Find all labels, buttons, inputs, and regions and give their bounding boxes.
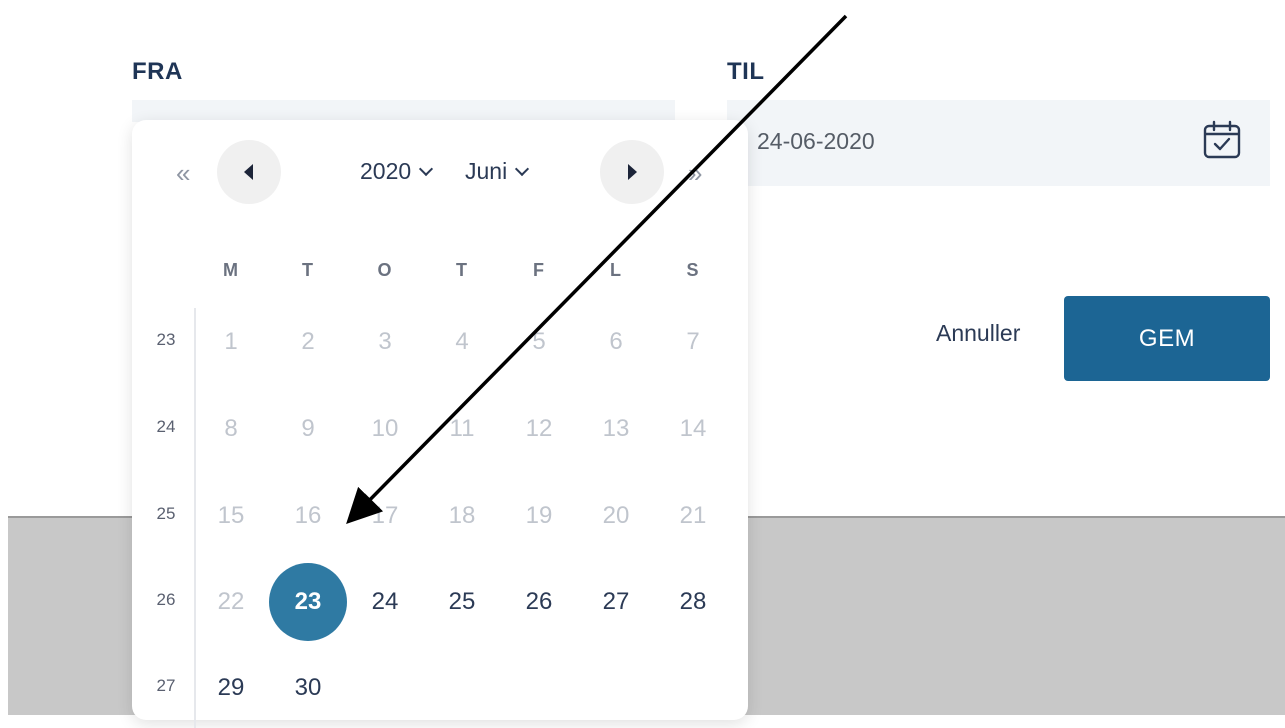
calendar-day-disabled[interactable]: 22 [201,582,261,622]
week-number: 23 [156,330,176,349]
calendar-day[interactable]: 30 [278,668,338,708]
week-number: 25 [156,504,176,523]
calendar-day-disabled[interactable]: 14 [663,409,723,449]
chevron-down-icon [419,161,434,177]
calendar-day-disabled[interactable]: 4 [432,322,492,362]
weekday-header: S [686,260,700,280]
year-select[interactable]: 2020 [360,158,434,185]
week-number: 24 [156,417,176,436]
weekday-header: T [302,260,314,280]
save-button[interactable]: GEM [1064,296,1270,381]
prev-year-icon[interactable]: « [176,158,190,189]
to-date-value: 24-06-2020 [757,128,875,154]
calendar-day-disabled[interactable]: 1 [201,322,261,362]
calendar-day-disabled[interactable]: 15 [201,496,261,536]
calendar-day[interactable]: 25 [432,582,492,622]
month-select[interactable]: Juni [465,158,530,185]
weekday-header: M [223,260,239,280]
calendar-check-icon[interactable] [1202,120,1242,160]
calendar-day-disabled[interactable]: 16 [278,496,338,536]
calendar-day-disabled[interactable]: 3 [355,322,415,362]
cancel-button[interactable]: Annuller [936,320,1020,347]
weekday-header: O [377,260,393,280]
week-number: 26 [156,590,176,609]
calendar-day[interactable]: 28 [663,582,723,622]
calendar-day-disabled[interactable]: 19 [509,496,569,536]
caret-right-icon [628,164,637,180]
calendar-day-selected[interactable]: 23 [269,563,347,641]
calendar-day-disabled[interactable]: 18 [432,496,492,536]
next-year-icon[interactable]: » [688,158,702,189]
weekday-header: L [610,260,622,280]
calendar-day-disabled[interactable]: 21 [663,496,723,536]
calendar-day-disabled[interactable]: 13 [586,409,646,449]
next-month-button[interactable] [600,140,664,204]
calendar-day[interactable]: 29 [201,668,261,708]
calendar-day-disabled[interactable]: 10 [355,409,415,449]
calendar-day[interactable]: 26 [509,582,569,622]
year-value: 2020 [360,158,412,184]
week-number: 27 [156,676,176,695]
calendar-day-disabled[interactable]: 8 [201,409,261,449]
calendar-day[interactable]: 27 [586,582,646,622]
calendar-day-disabled[interactable]: 20 [586,496,646,536]
month-value: Juni [465,158,508,184]
calendar-day-disabled[interactable]: 12 [509,409,569,449]
calendar-day-disabled[interactable]: 5 [509,322,569,362]
to-label: TIL [727,58,765,85]
calendar-day-disabled[interactable]: 2 [278,322,338,362]
weekday-header: F [533,260,545,280]
weekday-header: T [456,260,468,280]
calendar-day-disabled[interactable]: 7 [663,322,723,362]
calendar-day-disabled[interactable]: 9 [278,409,338,449]
datepicker-popup: « 2020 Juni » MTOTFLS 23 1 2 3 4 5 6 7 24 8 9 10 11 1… [132,120,748,728]
from-date-field[interactable] [132,100,675,122]
caret-left-icon [244,164,253,180]
calendar-day-disabled[interactable]: 17 [355,496,415,536]
calendar-day[interactable]: 24 [355,582,415,622]
calendar-day-disabled[interactable]: 11 [432,409,492,449]
chevron-down-icon [515,161,530,177]
calendar-day-disabled[interactable]: 6 [586,322,646,362]
to-date-field[interactable]: 24-06-2020 [727,100,1270,186]
prev-month-button[interactable] [217,140,281,204]
week-number-divider [194,308,196,728]
from-label: FRA [132,58,183,85]
